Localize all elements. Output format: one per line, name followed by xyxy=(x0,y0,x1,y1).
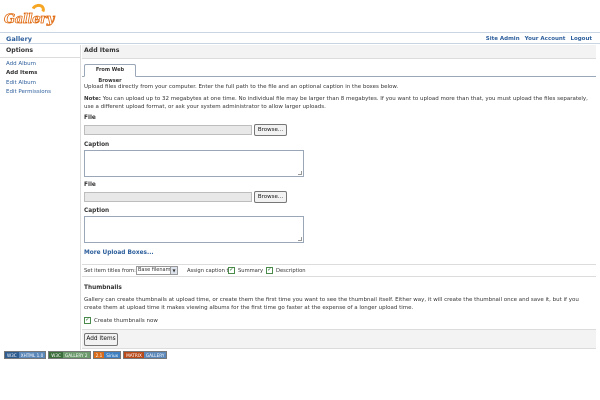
page-title: Add Items xyxy=(82,45,596,59)
main-content: Add Items From Web Browser Upload files … xyxy=(82,45,596,350)
chevron-down-icon[interactable]: ▼ xyxy=(170,267,177,274)
file-label-1: File xyxy=(84,115,96,121)
tab-from-web-browser[interactable]: From Web Browser xyxy=(84,64,136,84)
top-navigation-bar: Gallery Site Admin Your Account Logout xyxy=(0,32,600,44)
summary-label: Summary xyxy=(238,268,264,274)
sidebar-title: Options xyxy=(0,45,80,58)
file-path-input-1[interactable] xyxy=(84,125,252,135)
badge-siriux-left: 2.1 xyxy=(93,352,105,358)
badge-xhtml[interactable]: W3C XHTML 1.0 xyxy=(4,351,47,359)
file-label-2: File xyxy=(84,182,96,188)
badge-gallery2[interactable]: W3C GALLERY 2 xyxy=(48,351,91,359)
title-source-select[interactable]: Base filename ▼ xyxy=(136,266,178,275)
logo-text: Gallery xyxy=(4,12,55,28)
gallery-logo[interactable]: Gallery xyxy=(3,1,55,30)
resize-grip-icon[interactable] xyxy=(298,237,302,241)
browse-button-1[interactable]: Browse... xyxy=(254,124,287,136)
title-source-value: Base filename xyxy=(138,267,174,273)
sidebar-item-add-album[interactable]: Add Album xyxy=(6,60,74,69)
create-thumbnails-checkbox[interactable]: ✓ xyxy=(84,317,91,324)
badge-gallery2-right: GALLERY 2 xyxy=(62,352,90,358)
sidebar: Options Add Album Add Items Edit Album E… xyxy=(0,45,81,350)
upload-note: Note: You can upload up to 32 megabytes … xyxy=(84,95,589,111)
badge-matrix-right: GALLERY xyxy=(143,352,167,358)
your-account-link[interactable]: Your Account xyxy=(525,36,566,42)
badge-xhtml-left: W3C xyxy=(5,352,19,358)
badge-xhtml-right: XHTML 1.0 xyxy=(18,352,46,358)
submit-bar: Add Items xyxy=(82,329,596,349)
browse-button-2[interactable]: Browse... xyxy=(254,191,287,203)
note-label: Note: xyxy=(84,96,101,102)
footer-badges: W3C XHTML 1.0 W3C GALLERY 2 2.1 Siriux M… xyxy=(4,351,168,359)
system-links: Site Admin Your Account Logout xyxy=(486,36,592,42)
caption-label-1: Caption xyxy=(84,142,110,148)
add-items-button[interactable]: Add Items xyxy=(84,333,118,346)
upload-tab-bar: From Web Browser xyxy=(82,63,596,84)
site-admin-link[interactable]: Site Admin xyxy=(486,36,520,42)
badge-gallery2-left: W3C xyxy=(49,352,63,358)
file-path-input-2[interactable] xyxy=(84,192,252,202)
resize-grip-icon[interactable] xyxy=(298,171,302,175)
intro-text: Upload files directly from your computer… xyxy=(84,84,399,90)
caption-label-2: Caption xyxy=(84,208,110,214)
caption-textarea-1[interactable] xyxy=(84,150,304,177)
badge-siriux-right: Siriux xyxy=(104,352,121,358)
sidebar-item-add-items: Add Items xyxy=(6,70,38,77)
note-text: You can upload up to 32 megabytes at one… xyxy=(84,96,588,110)
badge-siriux[interactable]: 2.1 Siriux xyxy=(92,351,122,359)
gallery-home-link[interactable]: Gallery xyxy=(6,35,32,43)
sidebar-item-edit-permissions[interactable]: Edit Permissions xyxy=(6,88,74,97)
create-thumbnails-label: Create thumbnails now xyxy=(94,318,158,324)
thumbnails-description: Gallery can create thumbnails at upload … xyxy=(84,297,579,311)
description-checkbox[interactable]: ✓ xyxy=(266,267,273,274)
badge-matrix-left: MATRIX xyxy=(124,352,144,358)
sidebar-item-edit-album[interactable]: Edit Album xyxy=(6,79,74,88)
sidebar-menu: Add Album Add Items Edit Album Edit Perm… xyxy=(0,58,80,100)
logout-link[interactable]: Logout xyxy=(570,36,592,42)
set-titles-label: Set item titles from: xyxy=(84,268,136,274)
title-options-row: Set item titles from: Base filename ▼ As… xyxy=(82,264,596,277)
badge-matrix[interactable]: MATRIX GALLERY xyxy=(123,351,168,359)
more-upload-boxes-link[interactable]: More Upload Boxes... xyxy=(84,250,154,256)
assign-caption-label: Assign caption to: xyxy=(187,268,234,274)
thumbnails-heading: Thumbnails xyxy=(84,285,122,291)
caption-textarea-2[interactable] xyxy=(84,216,304,243)
summary-checkbox[interactable]: ✓ xyxy=(228,267,235,274)
description-label: Description xyxy=(276,268,306,274)
